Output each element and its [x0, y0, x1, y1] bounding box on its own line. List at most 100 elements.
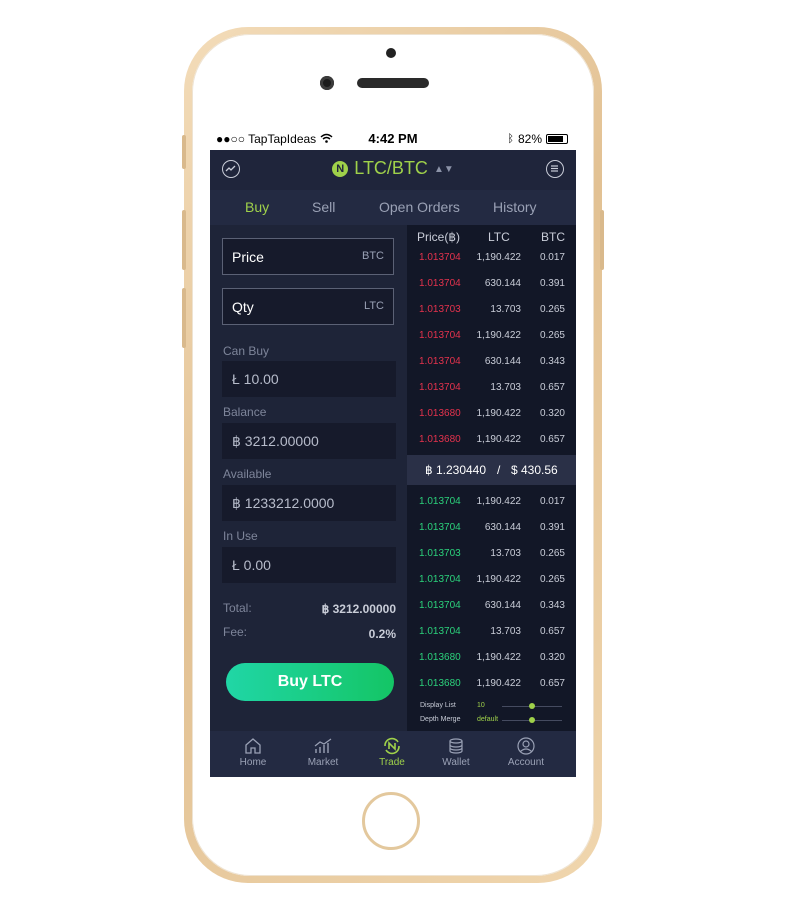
buy-order-row[interactable]: 1.013680 1,190.422 0.320: [407, 646, 576, 672]
qty-unit: LTC: [364, 300, 384, 312]
order-price: 1.013704: [419, 252, 461, 263]
display-list-value: 10: [477, 702, 485, 709]
account-icon: [517, 737, 535, 755]
pair-selector[interactable]: N LTC/BTC ▲▼: [210, 158, 576, 179]
order-price: 1.013680: [419, 408, 461, 419]
order-book-header: Price(฿) LTC BTC: [407, 230, 576, 246]
order-total: 0.265: [539, 548, 565, 559]
order-total: 0.265: [539, 304, 565, 315]
order-total: 0.391: [539, 522, 565, 533]
trade-icon: [384, 737, 400, 755]
order-total: 0.391: [539, 278, 565, 289]
battery-icon: [546, 134, 568, 144]
buy-order-row[interactable]: 1.013680 1,190.422 0.657: [407, 672, 576, 698]
buy-order-row[interactable]: 1.013704 13.703 0.657: [407, 620, 576, 646]
order-total: 0.265: [539, 574, 565, 585]
total-value: ฿ 3212.00000: [321, 602, 396, 616]
tab-buy[interactable]: Buy: [245, 199, 269, 215]
sell-order-row[interactable]: 1.013703 13.703 0.265: [407, 298, 576, 324]
battery-status: ᛒ 82%: [507, 132, 568, 146]
order-qty: 1,190.422: [476, 574, 522, 585]
menu-icon[interactable]: [546, 160, 564, 178]
tab-trade[interactable]: Trade: [362, 731, 422, 777]
order-total: 0.343: [539, 356, 565, 367]
available-value: ฿ 1233212.0000: [232, 495, 335, 511]
sort-icon: ▲▼: [433, 164, 454, 175]
order-qty: 1,190.422: [476, 330, 522, 341]
last-price-usd: $ 430.56: [511, 463, 558, 477]
buy-order-row[interactable]: 1.013704 1,190.422 0.265: [407, 568, 576, 594]
tab-trade-label: Trade: [379, 757, 405, 768]
can-buy-value: Ł 10.00: [232, 371, 279, 387]
price-separator: /: [497, 463, 501, 477]
price-input[interactable]: Price BTC: [222, 238, 394, 275]
buy-order-row[interactable]: 1.013704 630.144 0.391: [407, 516, 576, 542]
order-total: 0.657: [539, 382, 565, 393]
bluetooth-icon: ᛒ: [507, 133, 514, 145]
btc-column-header: BTC: [541, 230, 565, 244]
tab-home[interactable]: Home: [223, 731, 283, 777]
order-total: 0.320: [539, 408, 565, 419]
order-price: 1.013680: [419, 434, 461, 445]
tab-open-orders[interactable]: Open Orders: [379, 199, 460, 215]
qty-label: Qty: [232, 299, 254, 315]
order-total: 0.017: [539, 496, 565, 507]
balance-value: ฿ 3212.00000: [232, 433, 319, 449]
buy-order-row[interactable]: 1.013703 13.703 0.265: [407, 542, 576, 568]
order-form: Price BTC Qty LTC Can Buy Ł 10.00 Balanc…: [210, 225, 407, 731]
display-list-slider-knob[interactable]: [529, 703, 535, 709]
in-use-label: In Use: [223, 529, 258, 543]
in-use-value-box: Ł 0.00: [222, 547, 396, 583]
order-qty: 630.144: [484, 278, 521, 289]
sell-order-row[interactable]: 1.013704 1,190.422 0.265: [407, 324, 576, 350]
tab-history[interactable]: History: [493, 199, 537, 215]
order-price: 1.013704: [419, 330, 461, 341]
front-camera: [386, 48, 396, 58]
order-price: 1.013680: [419, 652, 461, 663]
depth-merge-slider-knob[interactable]: [529, 717, 535, 723]
order-total: 0.343: [539, 600, 565, 611]
available-value-box: ฿ 1233212.0000: [222, 485, 396, 521]
top-nav: N LTC/BTC ▲▼: [210, 150, 576, 190]
available-label: Available: [223, 467, 272, 481]
wallet-icon: [449, 738, 463, 754]
display-list-label: Display List: [420, 702, 456, 709]
sell-order-row[interactable]: 1.013704 630.144 0.343: [407, 350, 576, 376]
tab-sell[interactable]: Sell: [312, 199, 335, 215]
order-price: 1.013704: [419, 382, 461, 393]
buy-order-row[interactable]: 1.013704 1,190.422 0.017: [407, 490, 576, 516]
fee-label: Fee:: [223, 625, 248, 639]
order-price: 1.013704: [419, 356, 461, 367]
qty-input[interactable]: Qty LTC: [222, 288, 394, 325]
pair-title: LTC/BTC: [354, 158, 428, 178]
sell-order-row[interactable]: 1.013704 630.144 0.391: [407, 272, 576, 298]
tab-wallet-label: Wallet: [442, 757, 470, 768]
sell-order-row[interactable]: 1.013680 1,190.422 0.320: [407, 402, 576, 428]
can-buy-value-box: Ł 10.00: [222, 361, 396, 397]
tab-market[interactable]: Market: [293, 731, 353, 777]
status-bar: ●●○○ TapTapIdeas 4:42 PM ᛒ 82%: [210, 129, 576, 150]
order-qty: 13.703: [490, 382, 521, 393]
battery-percent: 82%: [517, 132, 542, 146]
order-qty: 1,190.422: [476, 678, 522, 689]
order-qty: 630.144: [484, 356, 521, 367]
buy-ltc-button[interactable]: Buy LTC: [226, 663, 394, 701]
sell-order-row[interactable]: 1.013704 13.703 0.657: [407, 376, 576, 402]
order-total: 0.657: [539, 626, 565, 637]
order-qty: 13.703: [490, 626, 521, 637]
mute-switch: [182, 135, 186, 169]
tab-account[interactable]: Account: [496, 731, 556, 777]
order-qty: 1,190.422: [476, 408, 522, 419]
order-qty: 630.144: [484, 600, 521, 611]
order-total: 0.265: [539, 330, 565, 341]
price-column-header: Price(฿): [417, 230, 460, 244]
order-price: 1.013703: [419, 304, 461, 315]
tab-wallet[interactable]: Wallet: [426, 731, 486, 777]
sell-order-row[interactable]: 1.013704 1,190.422 0.017: [407, 246, 576, 272]
balance-label: Balance: [223, 405, 267, 419]
buy-order-row[interactable]: 1.013704 630.144 0.343: [407, 594, 576, 620]
depth-merge-value: default: [477, 716, 499, 723]
sell-order-row[interactable]: 1.013680 1,190.422 0.657: [407, 428, 576, 454]
order-price: 1.013703: [419, 548, 461, 559]
home-button[interactable]: [362, 792, 420, 850]
